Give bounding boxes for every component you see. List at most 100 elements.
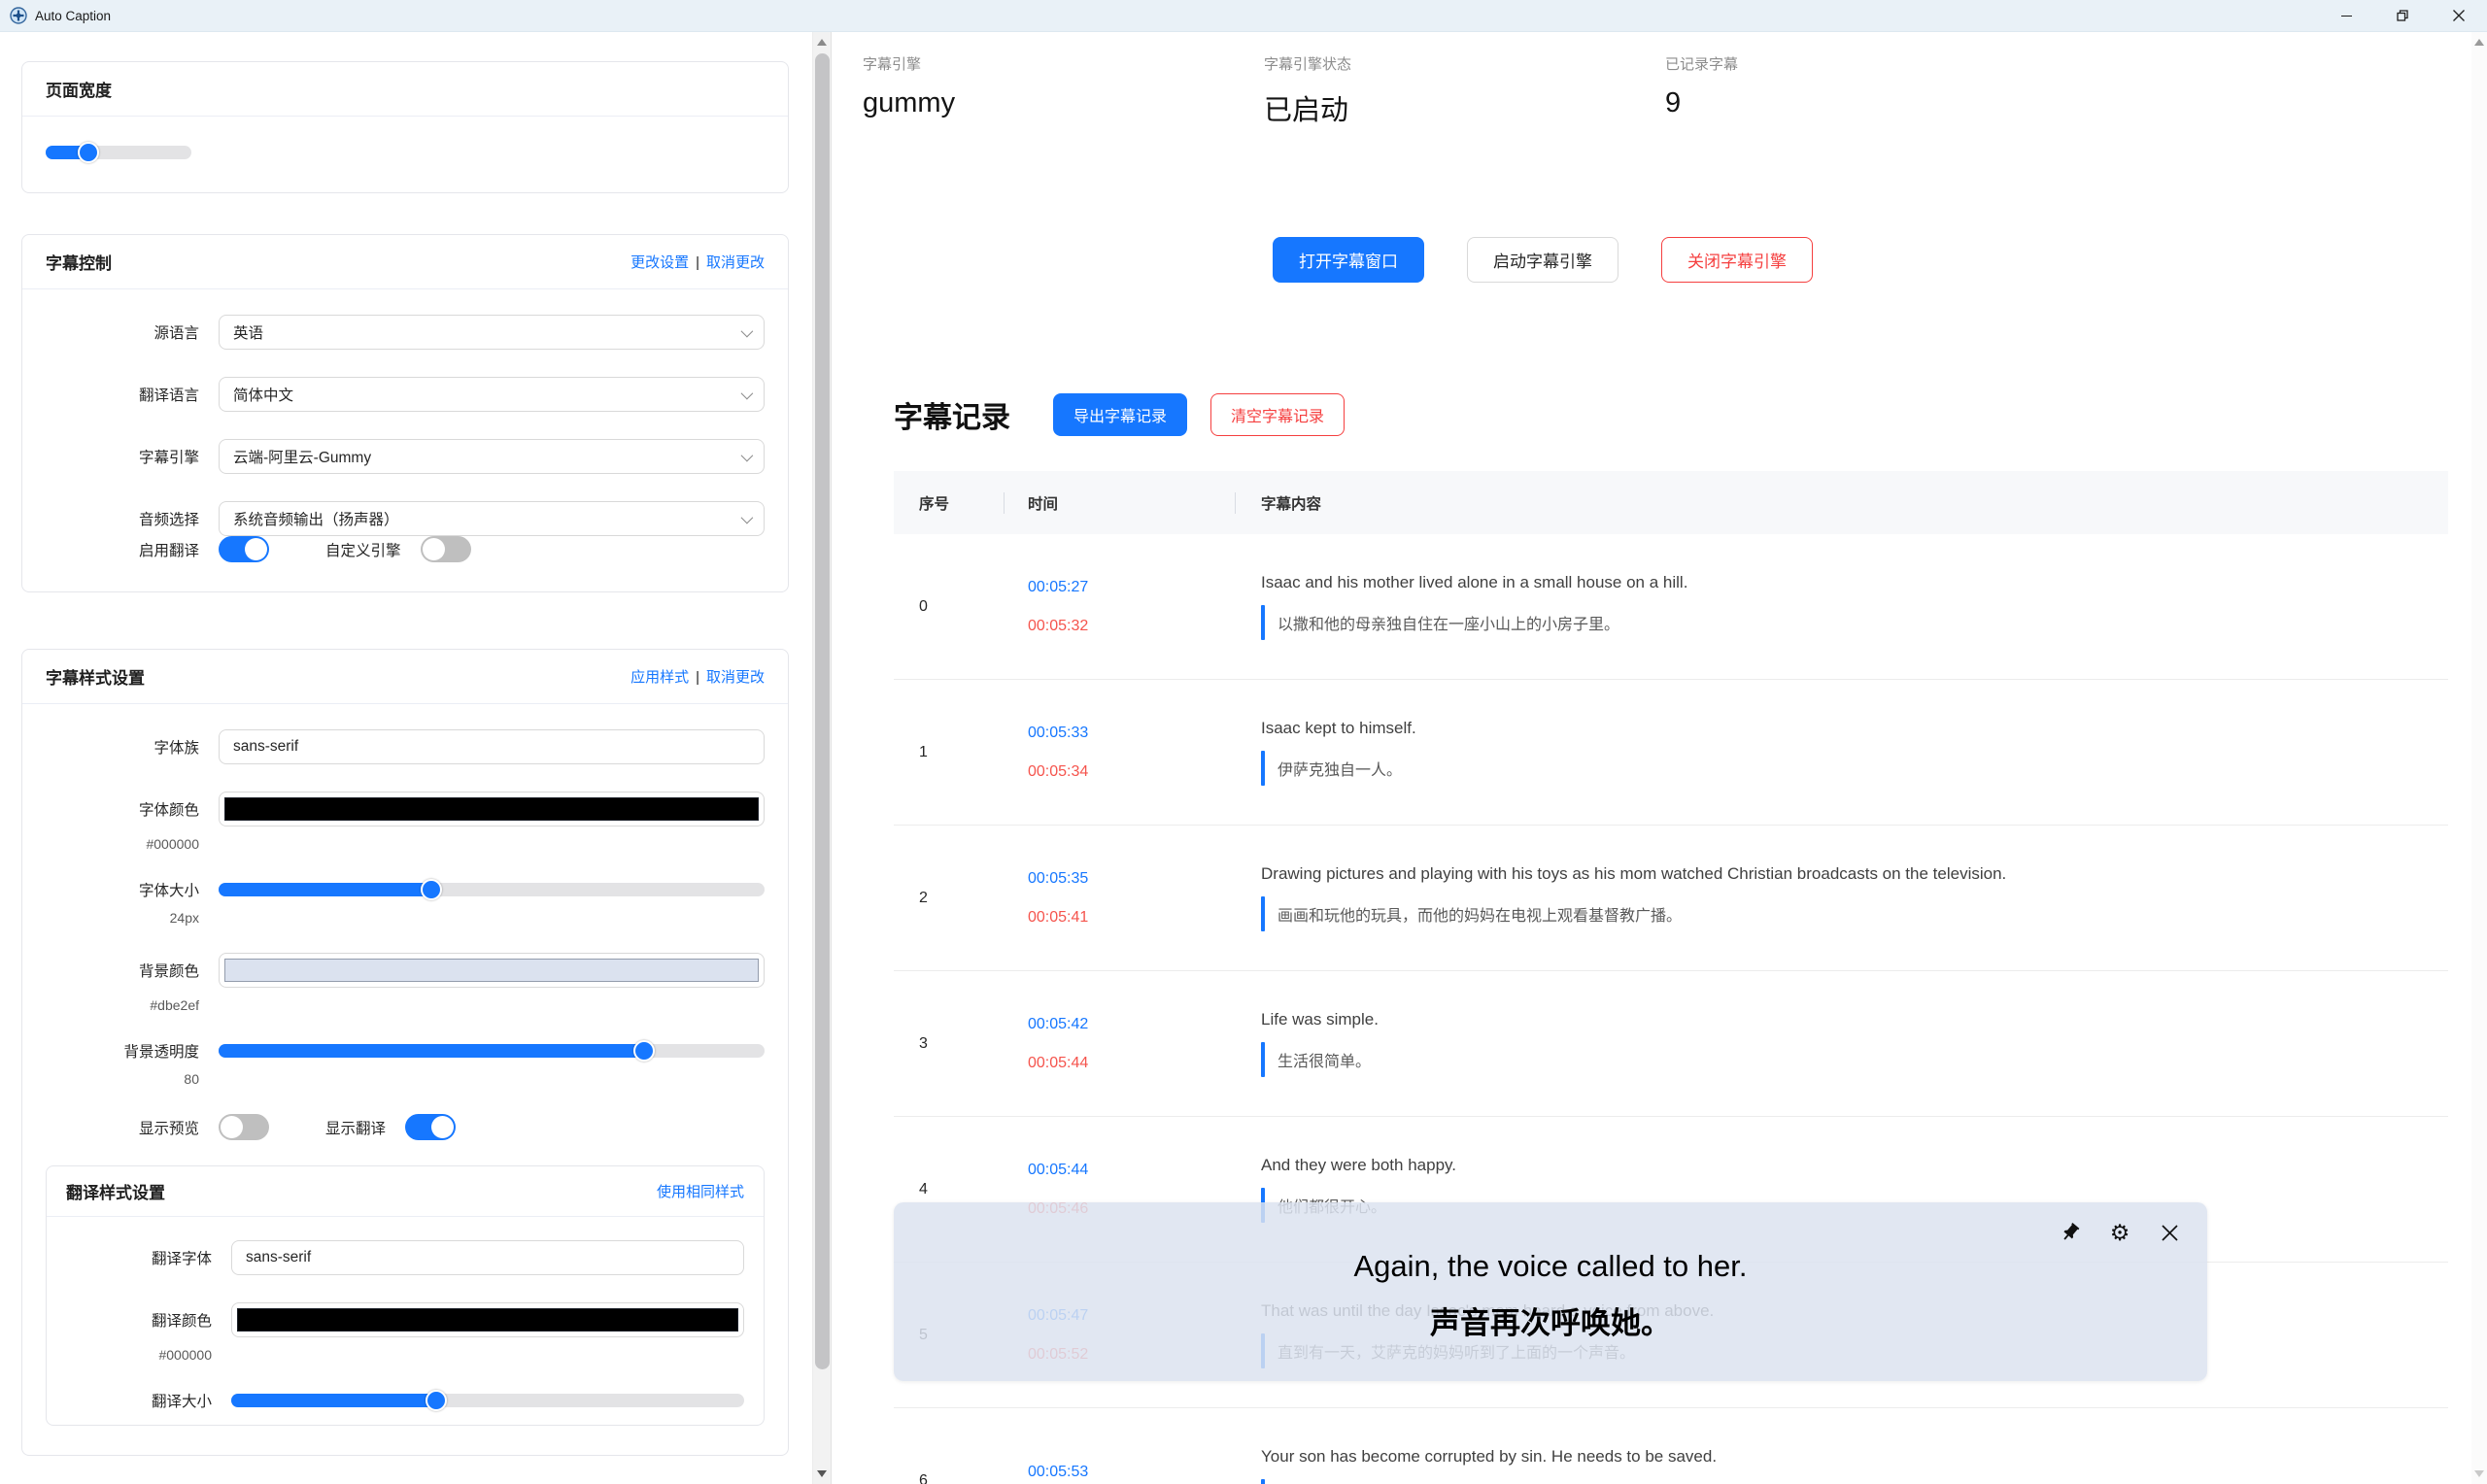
restore-icon — [2396, 9, 2409, 22]
open-caption-window-button[interactable]: 打开字幕窗口 — [1273, 237, 1424, 283]
scroll-down-icon[interactable] — [2474, 1470, 2484, 1477]
caption-overlay-window[interactable]: ⚙ Again, the voice called to her. 声音再次呼唤… — [894, 1202, 2207, 1381]
overlay-caption-text: Again, the voice called to her. — [894, 1249, 2207, 1284]
cancel-settings-link[interactable]: 取消更改 — [706, 254, 765, 271]
row-times: 00:05:27 00:05:32 — [1004, 577, 1235, 637]
sidebar-scrollbar[interactable] — [812, 32, 832, 1484]
row-index: 2 — [894, 890, 1004, 907]
table-row: 1 00:05:33 00:05:34 Isaac kept to himsel… — [894, 680, 2448, 826]
scrollbar-thumb[interactable] — [815, 53, 830, 1369]
translation-color-picker[interactable] — [231, 1302, 744, 1337]
export-records-button[interactable]: 导出字幕记录 — [1053, 393, 1187, 436]
main-scrollbar[interactable] — [2471, 32, 2487, 1484]
translation-color-field: 翻译颜色 #000000 — [66, 1302, 744, 1363]
caption-translation: 伊萨克独自一人。 — [1261, 751, 2448, 786]
cancel-style-link[interactable]: 取消更改 — [706, 669, 765, 686]
show-translation-label: 显示翻译 — [325, 1117, 386, 1138]
bg-color-picker[interactable] — [219, 953, 765, 988]
column-time: 时间 — [1004, 492, 1235, 514]
stat-item: 字幕引擎状态 已启动 — [1264, 53, 1665, 128]
apply-settings-link[interactable]: 更改设置 — [630, 254, 689, 271]
column-content: 字幕内容 — [1235, 492, 2448, 514]
font-family-field: 字体族 — [46, 729, 765, 764]
font-size-slider[interactable] — [219, 879, 765, 900]
end-time: 00:05:41 — [1028, 907, 1235, 928]
row-times: 00:05:42 00:05:44 — [1004, 1014, 1235, 1074]
start-engine-button[interactable]: 启动字幕引擎 — [1467, 237, 1618, 283]
target-language-select[interactable]: 简体中文 — [219, 377, 765, 412]
restore-button[interactable] — [2374, 0, 2431, 31]
translation-font-label: 翻译字体 — [66, 1247, 212, 1268]
audio-source-select[interactable]: 系统音频输出（扬声器） — [219, 501, 765, 536]
chevron-down-icon — [741, 511, 754, 523]
overlay-caption-translation: 声音再次呼唤她。 — [894, 1298, 2207, 1342]
window-controls — [2318, 0, 2487, 31]
translation-style-card: 翻译样式设置 使用相同样式 翻译字体 翻译颜色 — [46, 1165, 765, 1426]
clear-records-button[interactable]: 清空字幕记录 — [1210, 393, 1345, 436]
slider-thumb[interactable] — [426, 1390, 447, 1411]
row-times: 00:05:53 — [1004, 1462, 1235, 1484]
scroll-up-icon[interactable] — [817, 39, 827, 46]
enable-translation-toggle[interactable] — [219, 536, 269, 562]
font-family-input[interactable] — [219, 729, 765, 764]
start-time: 00:05:27 — [1028, 577, 1235, 598]
custom-engine-label: 自定义引擎 — [325, 539, 401, 560]
scroll-down-icon[interactable] — [817, 1470, 827, 1477]
font-color-picker[interactable] — [219, 792, 765, 826]
window-title: Auto Caption — [35, 9, 111, 23]
audio-source-field: 音频选择 系统音频输出（扬声器） — [46, 501, 765, 536]
page-width-slider[interactable] — [46, 142, 191, 163]
source-language-select[interactable]: 英语 — [219, 315, 765, 350]
start-time: 00:05:53 — [1028, 1462, 1235, 1483]
column-index: 序号 — [894, 492, 1004, 514]
target-language-label: 翻译语言 — [46, 384, 199, 405]
use-same-style-link[interactable]: 使用相同样式 — [657, 1184, 744, 1200]
end-time: 00:05:44 — [1028, 1053, 1235, 1074]
translation-color-hex: #000000 — [66, 1347, 212, 1363]
translation-accent-bar — [1261, 1042, 1265, 1077]
minimize-icon — [2341, 16, 2352, 17]
row-index: 1 — [894, 744, 1004, 761]
row-times: 00:05:33 00:05:34 — [1004, 723, 1235, 783]
bg-opacity-slider[interactable] — [219, 1040, 765, 1062]
overlay-settings-button[interactable]: ⚙ — [2107, 1220, 2132, 1245]
stop-engine-button[interactable]: 关闭字幕引擎 — [1661, 237, 1813, 283]
custom-engine-toggle[interactable] — [421, 536, 471, 562]
bg-color-field: 背景颜色 #dbe2ef — [46, 953, 765, 1013]
slider-thumb[interactable] — [78, 142, 99, 163]
chevron-down-icon — [741, 387, 754, 399]
caption-text: Isaac and his mother lived alone in a sm… — [1261, 573, 2448, 592]
minimize-button[interactable] — [2318, 0, 2374, 31]
font-color-hex: #000000 — [46, 836, 199, 852]
caption-text: Life was simple. — [1261, 1010, 2448, 1029]
app-window: Auto Caption 页面宽度 — [0, 0, 2487, 1484]
caption-engine-select[interactable]: 云端-阿里云-Gummy — [219, 439, 765, 474]
source-language-field: 源语言 英语 — [46, 315, 765, 350]
caption-text: Isaac kept to himself. — [1261, 719, 2448, 738]
translation-font-field: 翻译字体 — [66, 1240, 744, 1275]
row-index: 3 — [894, 1035, 1004, 1053]
bg-color-label: 背景颜色 — [46, 960, 199, 981]
slider-thumb[interactable] — [633, 1040, 655, 1062]
show-translation-toggle[interactable] — [405, 1114, 456, 1140]
translation-size-slider[interactable] — [231, 1390, 744, 1411]
caption-text: And they were both happy. — [1261, 1156, 2448, 1175]
caption-style-title: 字幕样式设置 — [46, 664, 145, 689]
translation-accent-bar — [1261, 605, 1265, 640]
settings-sidebar: 页面宽度 字幕控制 更改设置|取消更改 — [0, 32, 812, 1484]
slider-thumb[interactable] — [421, 879, 442, 900]
slider-track[interactable] — [46, 146, 191, 159]
overlay-close-button[interactable] — [2157, 1220, 2182, 1245]
close-button[interactable] — [2431, 0, 2487, 31]
link-separator: | — [696, 254, 699, 271]
caption-control-title: 字幕控制 — [46, 250, 112, 274]
apply-style-link[interactable]: 应用样式 — [630, 669, 689, 686]
scroll-up-icon[interactable] — [2474, 39, 2484, 46]
selected-value: 英语 — [233, 321, 263, 343]
translation-font-input[interactable] — [231, 1240, 744, 1275]
stat-label: 字幕引擎状态 — [1264, 53, 1665, 74]
pin-button[interactable] — [2058, 1220, 2083, 1245]
records-title: 字幕记录 — [894, 393, 1010, 436]
show-preview-toggle[interactable] — [219, 1114, 269, 1140]
enable-translation-label: 启用翻译 — [46, 539, 199, 560]
